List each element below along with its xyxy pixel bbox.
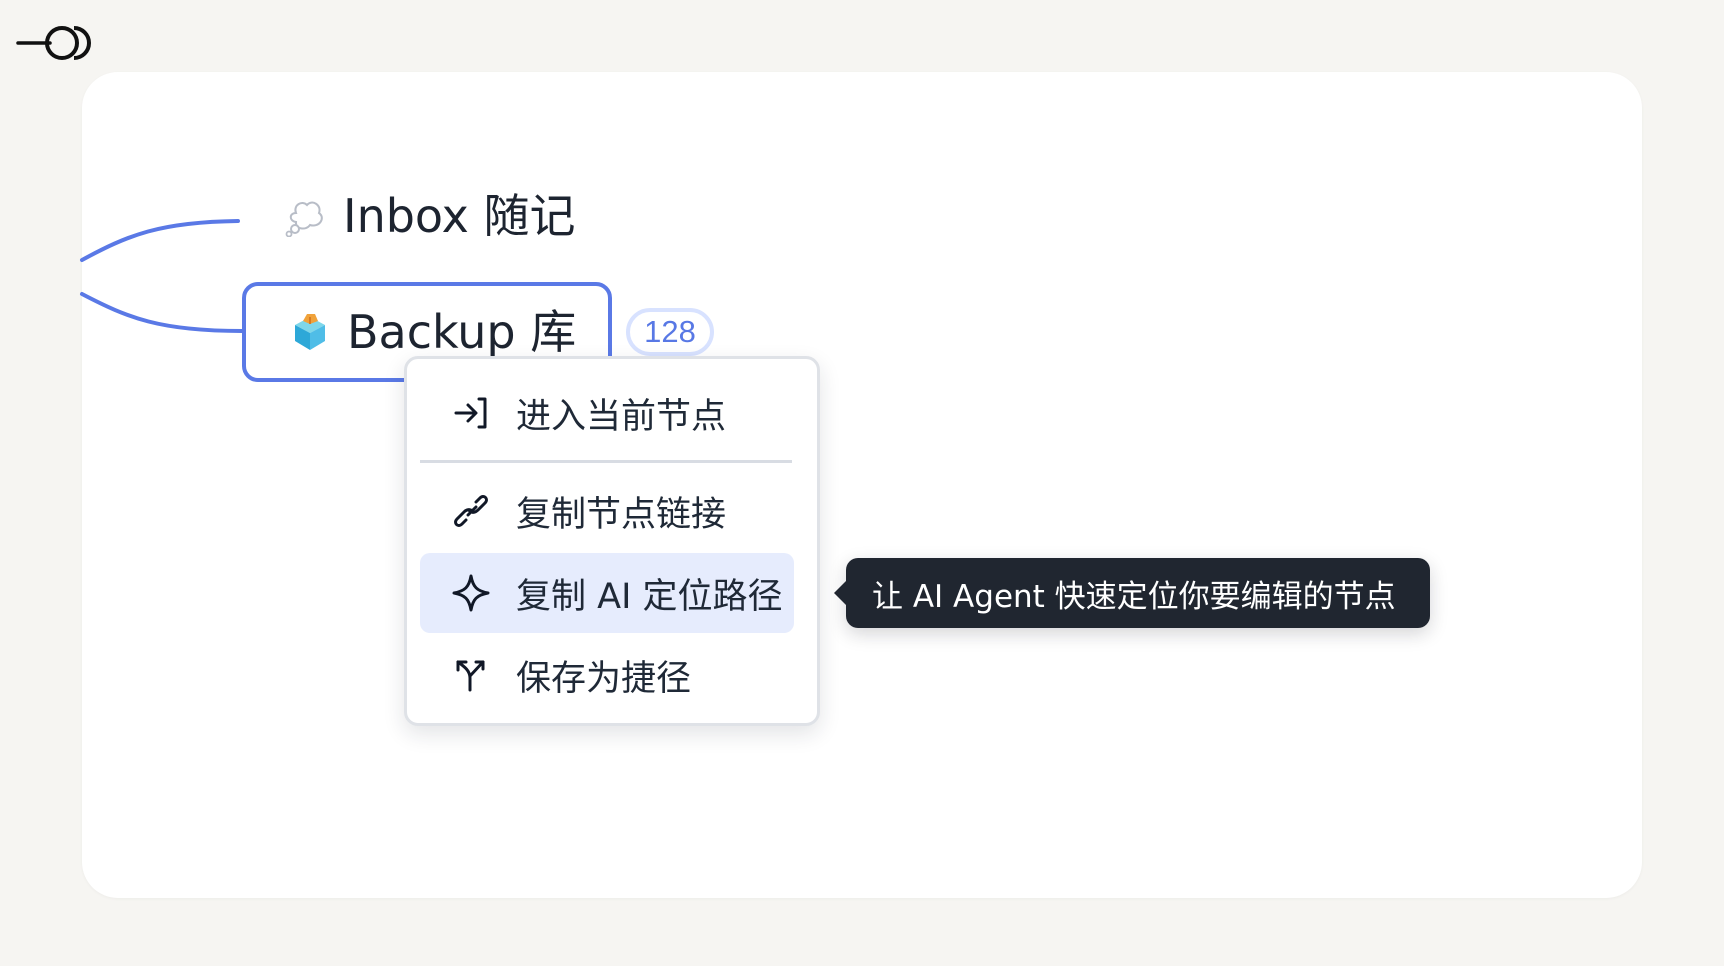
enter-arrow-icon xyxy=(454,397,487,429)
menu-item-save-shortcut[interactable]: 保存为捷径 xyxy=(420,635,794,715)
mind-map-node-inbox[interactable]: Inbox 随记 xyxy=(285,190,576,242)
thought-bubble-icon xyxy=(285,201,323,237)
node-context-menu: 进入当前节点 复制节点链接 复制 AI 定位路径 保存为捷径 xyxy=(404,356,820,726)
menu-item-copy-ai-path[interactable]: 复制 AI 定位路径 xyxy=(420,553,794,633)
mind-map-screen: Inbox 随记 Backup 库 128 进入当前节点 复制节点链接 复制 A… xyxy=(0,0,1724,966)
ai-path-tooltip: 让 AI Agent 快速定位你要编辑的节点 xyxy=(834,558,1430,628)
mind-map-node-label: Backup 库 xyxy=(347,305,577,359)
cube-box-icon xyxy=(295,314,325,350)
menu-divider xyxy=(420,460,792,463)
menu-item-copy-node-link[interactable]: 复制节点链接 xyxy=(420,471,794,551)
node-count-badge[interactable]: 128 xyxy=(626,308,714,356)
menu-item-label: 保存为捷径 xyxy=(516,658,692,699)
menu-item-label: 复制节点链接 xyxy=(516,494,727,535)
menu-item-label: 进入当前节点 xyxy=(516,396,727,437)
menu-item-label: 复制 AI 定位路径 xyxy=(516,576,783,617)
menu-item-enter-node[interactable]: 进入当前节点 xyxy=(420,373,794,453)
link-icon xyxy=(454,495,488,527)
sparkle-icon xyxy=(452,574,490,612)
link-toggle-logo-icon[interactable] xyxy=(16,22,94,66)
mind-map-node-label: Inbox 随记 xyxy=(343,189,576,243)
branch-arrow-icon xyxy=(456,660,485,692)
